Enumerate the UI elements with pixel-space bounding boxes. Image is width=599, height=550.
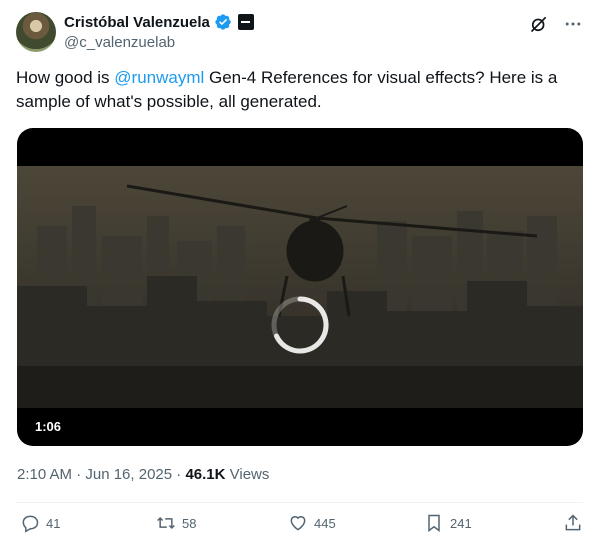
author-display-name[interactable]: Cristóbal Valenzuela xyxy=(64,14,210,31)
video-still-image xyxy=(17,166,583,408)
verified-badge-icon xyxy=(215,14,231,30)
author-handle[interactable]: @c_valenzuelab xyxy=(64,34,175,51)
affiliation-badge-icon[interactable] xyxy=(237,14,254,30)
timestamp[interactable]: 2:10 AM · Jun 16, 2025 · xyxy=(17,466,185,483)
like-button[interactable]: 445 xyxy=(288,513,336,533)
heart-icon xyxy=(290,516,306,531)
mention-link[interactable]: @runwayml xyxy=(114,68,204,87)
loading-spinner-icon xyxy=(271,296,329,354)
repost-icon xyxy=(157,516,175,530)
author-name-row: Cristóbal Valenzuela xyxy=(64,13,254,31)
like-count: 445 xyxy=(314,515,336,531)
action-bar: 41 58 445 241 xyxy=(16,513,583,539)
share-icon xyxy=(565,514,581,531)
tweet-meta: 2:10 AM · Jun 16, 2025 · 46.1K Views xyxy=(17,466,269,483)
bookmark-icon xyxy=(428,514,440,532)
share-button[interactable] xyxy=(563,513,583,533)
video-player[interactable]: 1:06 xyxy=(17,128,583,446)
more-options-icon[interactable] xyxy=(563,14,583,34)
bookmark-count: 241 xyxy=(450,515,472,531)
views-count: 46.1K xyxy=(185,466,226,483)
tweet-header: Cristóbal Valenzuela @c_valenzuelab xyxy=(16,12,583,56)
views-label: Views xyxy=(225,466,270,483)
reply-icon xyxy=(22,515,39,533)
divider xyxy=(16,502,583,503)
video-frame[interactable] xyxy=(17,166,583,408)
avatar[interactable] xyxy=(16,12,56,52)
repost-button[interactable]: 58 xyxy=(156,513,196,533)
repost-count: 58 xyxy=(182,515,197,531)
grok-icon[interactable] xyxy=(529,14,549,34)
bookmark-button[interactable]: 241 xyxy=(424,513,472,533)
tweet-text: How good is @runwayml Gen-4 References f… xyxy=(16,66,576,114)
video-duration: 1:06 xyxy=(27,417,70,436)
tweet-text-start: How good is xyxy=(16,68,115,87)
reply-count: 41 xyxy=(46,515,61,531)
reply-button[interactable]: 41 xyxy=(20,513,60,533)
